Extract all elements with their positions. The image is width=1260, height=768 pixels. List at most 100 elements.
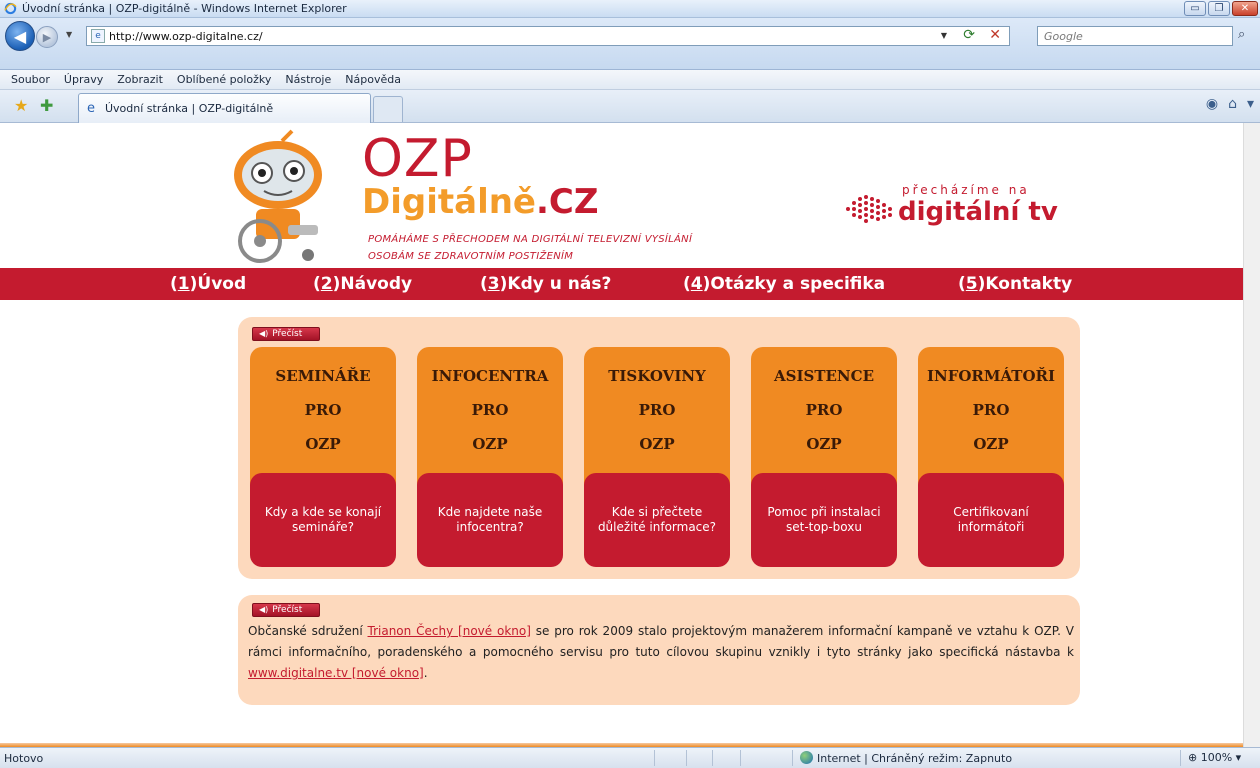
favorites-star-icon[interactable]: ★ [14, 96, 28, 115]
card-line3: OZP [472, 435, 508, 453]
nav-label: Úvod [197, 274, 247, 294]
nav-uvod[interactable]: (1)Úvod [170, 274, 246, 294]
speaker-icon: ◀) [259, 329, 269, 338]
card-tiskoviny[interactable]: TISKOVINY PRO OZP Kde si přečtete důleži… [584, 347, 730, 567]
card-line2: PRO [805, 401, 843, 419]
search-input[interactable]: Google [1037, 26, 1233, 46]
menu-item-zobrazit[interactable]: Zobrazit [110, 70, 170, 89]
speaker-icon: ◀) [259, 605, 269, 614]
globe-icon [800, 751, 813, 764]
nav-label: Otázky a specifika [710, 274, 886, 294]
about-panel: ◀) Přečíst Občanské sdružení Trianon Čech… [238, 595, 1080, 705]
status-divider [740, 750, 741, 766]
card-infocentra[interactable]: INFOCENTRA PRO OZP Kde najdete naše info… [417, 347, 563, 567]
card-title: INFOCENTRA [431, 367, 549, 385]
url-text: http://www.ozp-digitalne.cz/ [109, 30, 263, 43]
card-title: ASISTENCE [774, 367, 874, 385]
menu-item-oblibene[interactable]: Oblíbené položky [170, 70, 279, 89]
minimize-button[interactable]: ▭ [1184, 1, 1206, 16]
nav-kdy-u-nas[interactable]: (3)Kdy u nás? [480, 274, 611, 294]
site-tagline: POMÁHÁME S PŘECHODEM NA DIGITÁLNÍ TELEVI… [368, 231, 692, 265]
about-text-1: Občanské sdružení [248, 624, 368, 638]
zoom-control[interactable]: ⊕ 100% ▾ [1188, 751, 1241, 764]
logo-ozp[interactable]: OZP [362, 133, 473, 185]
tab-active[interactable]: e Úvodní stránka | OZP-digitálně [78, 93, 371, 123]
page-scrollbar[interactable] [1243, 123, 1260, 747]
back-button[interactable]: ◀ [5, 21, 35, 51]
new-tab-button[interactable] [373, 96, 403, 122]
card-title: INFORMÁTOŘI [926, 367, 1056, 385]
history-dropdown-icon[interactable]: ▼ [66, 30, 72, 39]
logo-suffix: .CZ [535, 182, 599, 222]
tagline-line-1: POMÁHÁME S PŘECHODEM NA DIGITÁLNÍ TELEVI… [368, 234, 693, 245]
card-informatori[interactable]: INFORMÁTOŘI PRO OZP Certifikovaní inform… [918, 347, 1064, 567]
site-header: OZP Digitálně.CZ POMÁHÁME S PŘECHODEM NA… [0, 123, 1243, 267]
status-divider [654, 750, 655, 766]
status-divider [1180, 750, 1181, 766]
card-link[interactable]: Kde si přečtete důležité informace? [584, 473, 730, 567]
add-favorite-icon[interactable]: ✚ [40, 96, 53, 115]
dtv-subtitle: přecházíme na [902, 183, 1030, 197]
card-title: SEMINÁŘE [275, 367, 371, 385]
nav-num: 4 [690, 274, 703, 294]
read-aloud-label: Přečíst [272, 329, 303, 339]
menu-item-soubor[interactable]: Soubor [4, 70, 57, 89]
nav-num: 1 [177, 274, 190, 294]
menu-item-upravy[interactable]: Úpravy [57, 70, 110, 89]
zoom-icon: ⊕ [1188, 751, 1198, 764]
window-titlebar: Úvodní stránka | OZP-digitálně - Windows… [0, 0, 1260, 18]
security-zone[interactable]: Internet | Chráněný režim: Zapnuto [800, 751, 1012, 765]
page-icon: e [91, 29, 105, 43]
card-header: INFOCENTRA PRO OZP [417, 347, 563, 487]
card-header: ASISTENCE PRO OZP [751, 347, 897, 487]
close-button[interactable]: ✕ [1232, 1, 1258, 16]
ie-logo-icon [4, 2, 17, 15]
card-link[interactable]: Certifikovaní informátoři [918, 473, 1064, 567]
home-dropdown-icon[interactable]: ▾ [1247, 96, 1254, 112]
status-text: Hotovo [4, 752, 44, 765]
tab-bar: ★ ✚ e Úvodní stránka | OZP-digitálně ◉ ⌂… [0, 90, 1260, 123]
nav-navody[interactable]: (2)Návody [313, 274, 412, 294]
card-line2: PRO [471, 401, 509, 419]
robot-mascot-icon [234, 129, 322, 263]
stop-icon[interactable]: ✕ [989, 27, 1001, 43]
card-line2: PRO [638, 401, 676, 419]
address-input[interactable]: e http://www.ozp-digitalne.cz/ ▼ ⟳ ✕ [86, 26, 1010, 46]
tab-ie-icon: e [87, 101, 95, 116]
card-header: INFORMÁTOŘI PRO OZP [918, 347, 1064, 487]
forward-arrow-icon: ▶ [42, 30, 52, 44]
search-icon[interactable]: ⌕ [1238, 27, 1245, 42]
tab-label: Úvodní stránka | OZP-digitálně [105, 102, 274, 115]
nav-kontakty[interactable]: (5)Kontakty [958, 274, 1072, 294]
card-seminare[interactable]: SEMINÁŘE PRO OZP Kdy a kde se konají sem… [250, 347, 396, 567]
menu-item-napoveda[interactable]: Nápověda [338, 70, 408, 89]
card-asistence[interactable]: ASISTENCE PRO OZP Pomoc při instalaci se… [751, 347, 897, 567]
menu-item-nastroje[interactable]: Nástroje [278, 70, 338, 89]
digitalne-tv-link[interactable]: www.digitalne.tv [nové okno] [248, 666, 424, 680]
forward-button[interactable]: ▶ [36, 26, 58, 48]
logo-digitalne[interactable]: Digitálně.CZ [362, 185, 599, 219]
card-link[interactable]: Kde najdete naše infocentra? [417, 473, 563, 567]
menu-bar: Soubor Úpravy Zobrazit Oblíbené položky … [0, 70, 1260, 90]
home-icon[interactable]: ⌂ [1228, 96, 1237, 112]
dtv-title: digitální tv [898, 197, 1058, 227]
card-link[interactable]: Pomoc při instalaci set-top-boxu [751, 473, 897, 567]
nav-label: Kontakty [985, 274, 1073, 294]
maximize-button[interactable]: ❐ [1208, 1, 1230, 16]
card-link[interactable]: Kdy a kde se konají semináře? [250, 473, 396, 567]
nav-otazky[interactable]: (4)Otázky a specifika [683, 274, 885, 294]
services-panel: ◀) Přečíst SEMINÁŘE PRO OZP Kdy a kde se … [238, 317, 1080, 579]
zoom-level: 100% [1200, 751, 1233, 764]
feeds-icon[interactable]: ◉ [1206, 96, 1218, 112]
digitalni-tv-logo[interactable]: přecházíme na digitální tv [844, 183, 1084, 243]
back-arrow-icon: ◀ [13, 26, 27, 46]
main-navigation: (1)Úvod (2)Návody (3)Kdy u nás? (4)Otázk… [0, 268, 1243, 300]
read-aloud-button[interactable]: ◀) Přečíst [252, 603, 320, 617]
card-line3: OZP [639, 435, 675, 453]
address-toolbar: ◀ ▶ ▼ e http://www.ozp-digitalne.cz/ ▼ ⟳… [0, 18, 1260, 70]
refresh-icon[interactable]: ⟳ [963, 27, 975, 43]
url-dropdown-icon[interactable]: ▼ [941, 31, 947, 40]
read-aloud-button[interactable]: ◀) Přečíst [252, 327, 320, 341]
status-divider [792, 750, 793, 766]
trianon-link[interactable]: Trianon Čechy [nové okno] [368, 624, 531, 638]
